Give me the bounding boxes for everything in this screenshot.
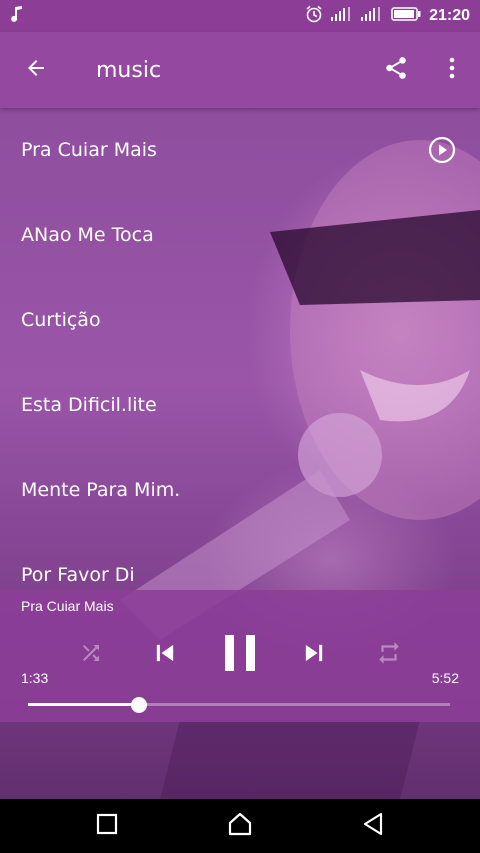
song-title: Curtição	[21, 308, 101, 331]
music-note-icon	[10, 6, 24, 26]
back-nav-button[interactable]	[343, 799, 403, 853]
recents-icon	[96, 813, 118, 839]
alarm-icon	[305, 5, 323, 27]
repeat-icon	[376, 640, 402, 670]
signal-icon	[361, 7, 383, 25]
now-playing-title: Pra Cuiar Mais	[21, 598, 114, 614]
next-button[interactable]	[293, 630, 335, 680]
more-vert-icon	[449, 56, 455, 84]
repeat-button[interactable]	[368, 630, 410, 680]
song-title: ANao Me Toca	[21, 223, 154, 246]
previous-button[interactable]	[144, 630, 186, 680]
seek-bar[interactable]	[28, 696, 450, 713]
pause-icon	[222, 633, 258, 677]
pause-button[interactable]	[215, 630, 265, 680]
shuffle-icon	[78, 641, 104, 669]
song-list-item[interactable]: Esta Dificil.lite	[0, 362, 480, 447]
song-title: Esta Dificil.lite	[21, 393, 157, 416]
shuffle-button[interactable]	[70, 630, 112, 680]
back-button[interactable]	[0, 32, 72, 108]
song-list-item[interactable]: Por Favor Di	[0, 532, 480, 590]
song-list-item[interactable]: Pra Cuiar Mais	[0, 108, 480, 192]
page-title: music	[96, 57, 162, 83]
previous-icon	[151, 639, 179, 671]
battery-icon	[391, 7, 421, 25]
home-icon	[227, 812, 253, 840]
navigation-bar	[0, 799, 480, 853]
song-list-item[interactable]: Mente Para Mim.	[0, 447, 480, 532]
song-list[interactable]: Pra Cuiar Mais ANao Me Toca Curtição Est…	[0, 108, 480, 590]
back-arrow-icon	[24, 56, 48, 84]
more-options-button[interactable]	[424, 32, 480, 108]
song-title: Mente Para Mim.	[21, 478, 181, 501]
back-icon	[362, 812, 384, 840]
song-title: Por Favor Di	[21, 563, 135, 586]
play-circle-icon[interactable]	[428, 136, 456, 164]
song-list-item[interactable]: ANao Me Toca	[0, 192, 480, 277]
home-button[interactable]	[210, 799, 270, 853]
clock: 21:20	[429, 7, 470, 24]
elapsed-time: 1:33	[21, 670, 49, 686]
share-icon	[383, 55, 409, 85]
status-bar: 21:20	[0, 0, 480, 32]
seek-thumb[interactable]	[131, 696, 148, 713]
player-panel: Pra Cuiar Mais 1:33 5:52	[0, 590, 480, 722]
seek-progress	[28, 703, 140, 706]
share-button[interactable]	[368, 32, 424, 108]
app-bar: music	[0, 32, 480, 108]
player-controls	[0, 630, 480, 680]
song-list-item[interactable]: Curtição	[0, 277, 480, 362]
total-duration: 5:52	[431, 670, 459, 686]
recents-button[interactable]	[77, 799, 137, 853]
signal-icon	[331, 7, 353, 25]
next-icon	[300, 639, 328, 671]
song-title: Pra Cuiar Mais	[21, 139, 157, 161]
